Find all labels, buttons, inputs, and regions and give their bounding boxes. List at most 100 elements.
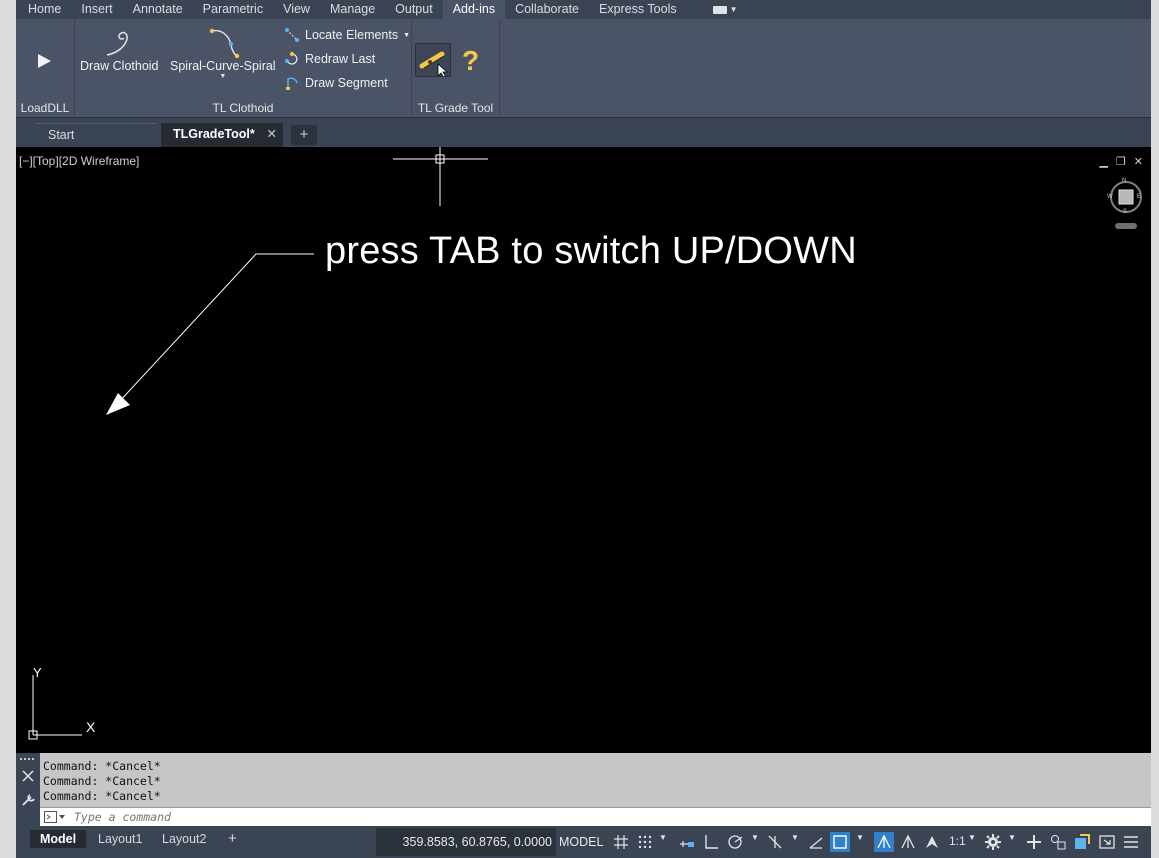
locate-elements-icon <box>285 28 299 42</box>
tab-insert[interactable]: Insert <box>71 0 122 19</box>
close-icon[interactable]: ✕ <box>267 123 277 145</box>
chevron-down-icon[interactable]: ▼ <box>659 833 667 842</box>
close-icon[interactable]: ✕ <box>1134 155 1143 168</box>
command-history: Command: *Cancel* Command: *Cancel* Comm… <box>43 759 161 804</box>
panel-icon <box>712 5 727 14</box>
redraw-last-button[interactable]: Redraw Last <box>284 51 375 67</box>
ortho-mode-icon[interactable] <box>703 834 719 850</box>
spiral-curve-spiral-button[interactable]: Spiral-Curve-Spiral ▼ <box>170 25 276 81</box>
isolate-objects-icon[interactable] <box>1050 834 1066 850</box>
panel-title-tl-clothoid: TL Clothoid <box>212 101 274 115</box>
dynamic-input-icon[interactable] <box>679 834 695 850</box>
viewport-window-controls: ▁ ❐ ✕ <box>1099 155 1143 168</box>
clean-screen-icon[interactable] <box>1099 834 1115 850</box>
leader-arrow <box>106 253 314 415</box>
command-history-line: Command: *Cancel* <box>43 774 161 788</box>
chevron-down-icon[interactable]: ▼ <box>1008 833 1016 842</box>
command-input-row <box>40 807 1151 826</box>
new-tab-button[interactable]: + <box>291 125 317 145</box>
layout-tab-layout2[interactable]: Layout2 <box>152 830 216 848</box>
redraw-icon <box>285 52 298 65</box>
play-icon <box>38 54 51 68</box>
tab-collaborate[interactable]: Collaborate <box>505 0 589 19</box>
add-layout-button[interactable]: + <box>218 830 247 848</box>
tab-start[interactable]: Start <box>36 123 156 147</box>
viewcube[interactable] <box>1110 181 1142 229</box>
command-line-tools <box>20 758 35 806</box>
chevron-down-icon[interactable]: ▼ <box>751 833 759 842</box>
restore-icon[interactable]: ❐ <box>1116 155 1126 168</box>
viewcube-west: W <box>1107 194 1113 200</box>
ucs-y-label: Y <box>33 665 42 680</box>
tab-output[interactable]: Output <box>385 0 443 19</box>
grade-tool-icon <box>419 51 449 76</box>
command-prompt-icon[interactable] <box>44 811 66 823</box>
file-tab-bar: Start TLGradeTool* ✕ + <box>16 118 1151 147</box>
clothoid-icon <box>107 31 129 56</box>
annotation-scale-value[interactable]: 1:1 <box>949 834 966 848</box>
draw-segment-button[interactable]: Draw Segment <box>284 75 388 91</box>
layout-tab-model[interactable]: Model <box>30 830 87 848</box>
panel-loaddll: LoadDLL <box>16 19 75 118</box>
minimize-icon[interactable]: ▁ <box>1099 155 1107 168</box>
viewcube-south: S <box>1123 209 1128 215</box>
tab-express-tools[interactable]: Express Tools <box>589 0 687 19</box>
drawing-viewport[interactable]: [−][Top][2D Wireframe] Y X N S E W ▁ ❐ ✕… <box>16 147 1151 753</box>
locate-elements-label: Locate Elements <box>305 28 399 42</box>
snap-mode-icon[interactable] <box>637 834 653 850</box>
coordinates-readout[interactable]: 359.8583, 60.8765, 0.0000 <box>376 828 556 856</box>
draw-segment-label: Draw Segment <box>305 76 388 90</box>
tab-tlgradetool[interactable]: TLGradeTool* ✕ <box>161 123 283 147</box>
model-space-toggle[interactable]: MODEL <box>559 828 603 856</box>
chevron-down-icon: ▼ <box>729 5 738 14</box>
panel-tl-grade-tool: ? TL Grade Tool <box>412 19 500 118</box>
help-button[interactable]: ? <box>458 43 482 77</box>
panel-title-loaddll: LoadDLL <box>20 101 70 115</box>
ribbon-display-toggle[interactable]: ▼ <box>707 0 744 19</box>
object-snap-icon[interactable] <box>830 832 850 852</box>
isometric-drafting-icon[interactable] <box>767 834 783 850</box>
tab-start-label: Start <box>48 128 75 142</box>
loaddll-button[interactable] <box>34 51 54 71</box>
viewcube-east: E <box>1137 194 1142 200</box>
ucs-icon <box>28 675 82 740</box>
tab-tlgradetool-label: TLGradeTool* <box>173 127 255 141</box>
ribbon-tab-bar: Home Insert Annotate Parametric View Man… <box>16 0 1151 19</box>
polar-tracking-icon[interactable] <box>727 834 743 850</box>
locate-elements-button[interactable]: Locate Elements ▼ <box>284 27 410 43</box>
tab-view[interactable]: View <box>273 0 320 19</box>
chevron-down-icon[interactable]: ▼ <box>856 833 864 842</box>
tab-add-ins[interactable]: Add-ins <box>442 0 506 19</box>
tooltip-overlay-text: press TAB to switch UP/DOWN <box>325 230 857 272</box>
grid-icon[interactable] <box>613 834 629 850</box>
status-bar: Model Layout1 Layout2 + 359.8583, 60.876… <box>16 826 1151 858</box>
tab-home[interactable]: Home <box>16 0 71 19</box>
help-question-icon: ? <box>462 45 479 76</box>
command-history-line: Command: *Cancel* <box>43 759 161 773</box>
spiral-curve-icon <box>209 28 239 59</box>
hardware-acceleration-icon[interactable] <box>1074 834 1090 850</box>
command-history-line: Command: *Cancel* <box>43 789 161 803</box>
draw-clothoid-button[interactable]: Draw Clothoid <box>80 27 159 73</box>
layout-tab-layout1[interactable]: Layout1 <box>88 830 152 848</box>
annotation-scale-icon[interactable] <box>924 834 940 850</box>
chevron-down-icon: ▼ <box>219 73 227 80</box>
tab-parametric[interactable]: Parametric <box>193 0 273 19</box>
redraw-last-label: Redraw Last <box>305 52 376 66</box>
annotation-visibility-icon[interactable] <box>874 832 894 852</box>
object-snap-tracking-icon[interactable] <box>808 834 824 850</box>
command-input[interactable] <box>74 809 1134 825</box>
menu-icon[interactable] <box>1123 834 1139 850</box>
tab-manage[interactable]: Manage <box>320 0 385 19</box>
background-window-strip <box>0 0 16 858</box>
svg-text:?: ? <box>462 45 479 76</box>
tab-annotate[interactable]: Annotate <box>123 0 193 19</box>
grade-tool-button[interactable] <box>415 43 451 77</box>
chevron-down-icon[interactable]: ▼ <box>968 833 976 842</box>
gear-icon[interactable] <box>985 834 1001 850</box>
ucs-x-label: X <box>86 719 96 735</box>
plus-icon[interactable] <box>1026 834 1042 850</box>
auto-scale-icon[interactable] <box>900 834 916 850</box>
chevron-down-icon[interactable]: ▼ <box>791 833 799 842</box>
crosshair-cursor <box>393 147 488 206</box>
